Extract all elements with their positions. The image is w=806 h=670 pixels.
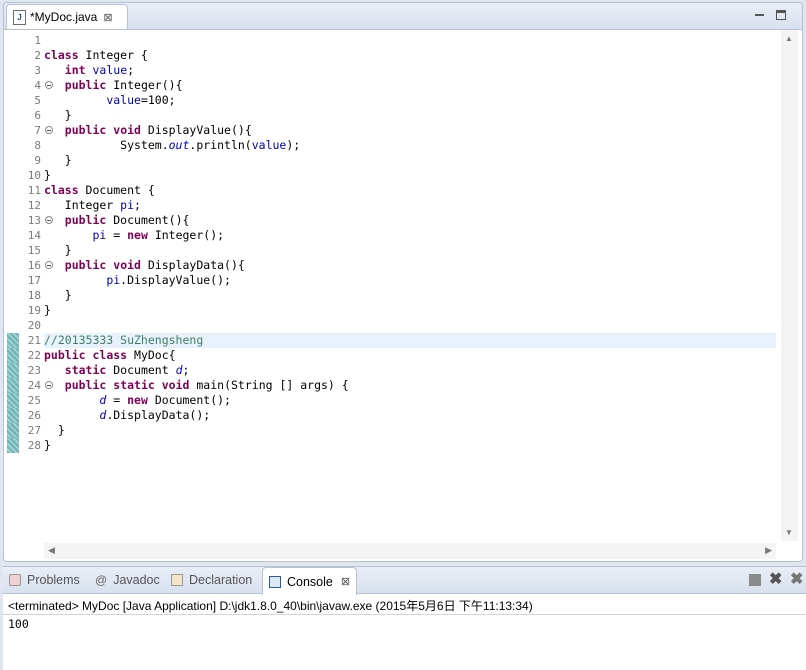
line-number: 9 bbox=[34, 154, 41, 167]
line-number: 11 bbox=[27, 184, 41, 197]
code-line[interactable]: System.out.println(value); bbox=[44, 138, 776, 153]
line-number: 25 bbox=[27, 394, 41, 407]
console-panel: Problems @ Javadoc Declaration Console ⊠… bbox=[3, 566, 806, 670]
code-line[interactable]: Integer pi; bbox=[44, 198, 776, 213]
line-number: 18 bbox=[27, 289, 41, 302]
view-tab-bar: Problems @ Javadoc Declaration Console ⊠… bbox=[3, 567, 806, 595]
line-number: 22 bbox=[27, 349, 41, 362]
horizontal-scrollbar[interactable]: ◀ ▶ bbox=[44, 543, 776, 559]
line-number: 14 bbox=[27, 229, 41, 242]
tab-console-label: Console bbox=[287, 574, 333, 589]
tab-declaration-label: Declaration bbox=[189, 573, 253, 587]
line-number: 5 bbox=[34, 94, 41, 107]
line-number: 2 bbox=[34, 49, 41, 62]
line-number: 12 bbox=[27, 199, 41, 212]
declaration-icon bbox=[171, 574, 183, 586]
code-line[interactable]: } bbox=[44, 423, 776, 438]
scroll-right-icon[interactable]: ▶ bbox=[765, 545, 772, 556]
tab-problems-label: Problems bbox=[27, 573, 80, 587]
maximize-icon[interactable] bbox=[776, 10, 786, 20]
console-output[interactable]: 100 bbox=[8, 617, 29, 631]
code-line[interactable] bbox=[44, 33, 776, 48]
code-line[interactable] bbox=[44, 318, 776, 333]
code-line[interactable]: public Document(){ bbox=[44, 213, 776, 228]
line-number: 4 bbox=[18, 78, 53, 93]
line-number: 3 bbox=[34, 64, 41, 77]
code-area[interactable]: class Integer { int value; public Intege… bbox=[44, 30, 776, 453]
terminate-icon[interactable] bbox=[749, 574, 761, 586]
code-line[interactable]: } bbox=[44, 153, 776, 168]
tab-problems[interactable]: Problems bbox=[9, 567, 80, 593]
line-number-gutter: 1 2 3 4 5 6 7 8 9 10 11 12 13 14 15 16 17 18 19 20 21 22 23 24 2… bbox=[18, 30, 53, 453]
line-number: 26 bbox=[27, 409, 41, 422]
scroll-left-icon[interactable]: ◀ bbox=[48, 545, 55, 556]
code-line[interactable]: d = new Document(); bbox=[44, 393, 776, 408]
editor-tab-label: *MyDoc.java bbox=[30, 10, 98, 24]
line-number: 21 bbox=[27, 334, 41, 347]
line-number: 17 bbox=[27, 274, 41, 287]
line-number: 8 bbox=[34, 139, 41, 152]
code-line[interactable]: value=100; bbox=[44, 93, 776, 108]
code-line[interactable]: //20135333 SuZhengsheng bbox=[44, 333, 776, 348]
line-number: 6 bbox=[34, 109, 41, 122]
java-file-icon: J bbox=[13, 9, 26, 25]
divider bbox=[3, 614, 806, 615]
overview-ruler bbox=[4, 30, 19, 541]
code-line[interactable]: } bbox=[44, 303, 776, 318]
code-line[interactable]: public Integer(){ bbox=[44, 78, 776, 93]
line-number: 15 bbox=[27, 244, 41, 257]
minimize-icon[interactable] bbox=[754, 8, 766, 20]
code-line[interactable]: public static void main(String [] args) … bbox=[44, 378, 776, 393]
tab-javadoc[interactable]: @ Javadoc bbox=[95, 567, 160, 593]
line-number: 16 bbox=[18, 258, 53, 273]
scroll-down-icon[interactable]: ▼ bbox=[785, 528, 793, 537]
code-line[interactable]: public void DisplayData(){ bbox=[44, 258, 776, 273]
code-line[interactable]: } bbox=[44, 288, 776, 303]
line-number: 23 bbox=[27, 364, 41, 377]
problems-icon bbox=[9, 574, 21, 586]
line-number: 1 bbox=[34, 34, 41, 47]
line-number: 7 bbox=[18, 123, 53, 138]
code-line[interactable]: } bbox=[44, 168, 776, 183]
line-number: 20 bbox=[27, 319, 41, 332]
code-line[interactable]: } bbox=[44, 243, 776, 258]
vertical-scrollbar[interactable]: ▲ ▼ bbox=[781, 30, 798, 541]
code-line[interactable]: pi.DisplayValue(); bbox=[44, 273, 776, 288]
code-line[interactable]: class Integer { bbox=[44, 48, 776, 63]
code-line[interactable]: int value; bbox=[44, 63, 776, 78]
code-line[interactable]: class Document { bbox=[44, 183, 776, 198]
editor-tab-bar: J *MyDoc.java ⊠ bbox=[4, 3, 802, 30]
line-number: 24 bbox=[18, 378, 53, 393]
line-number: 28 bbox=[27, 439, 41, 452]
code-line[interactable]: } bbox=[44, 438, 776, 453]
console-status: <terminated> MyDoc [Java Application] D:… bbox=[8, 599, 533, 613]
line-number: 10 bbox=[27, 169, 41, 182]
line-number: 19 bbox=[27, 304, 41, 317]
console-icon bbox=[269, 575, 281, 588]
scroll-up-icon[interactable]: ▲ bbox=[785, 34, 793, 43]
line-number: 13 bbox=[18, 213, 53, 228]
code-line[interactable]: public void DisplayValue(){ bbox=[44, 123, 776, 138]
close-icon[interactable]: ⊠ bbox=[341, 575, 350, 588]
code-line[interactable]: static Document d; bbox=[44, 363, 776, 378]
remove-launch-icon[interactable]: ✖ bbox=[769, 572, 782, 588]
tab-declaration[interactable]: Declaration bbox=[171, 567, 252, 593]
editor-panel: J *MyDoc.java ⊠ 1 2 3 4 5 6 7 8 9 10 11 12 13 14 15 16 1… bbox=[3, 2, 803, 562]
line-number: 27 bbox=[27, 424, 41, 437]
editor-tab-mydoc[interactable]: J *MyDoc.java ⊠ bbox=[6, 4, 128, 29]
close-icon[interactable]: ⊠ bbox=[103, 11, 112, 24]
tab-javadoc-label: Javadoc bbox=[113, 573, 160, 587]
code-line[interactable]: d.DisplayData(); bbox=[44, 408, 776, 423]
code-line[interactable]: pi = new Integer(); bbox=[44, 228, 776, 243]
code-line[interactable]: public class MyDoc{ bbox=[44, 348, 776, 363]
tab-console[interactable]: Console ⊠ bbox=[262, 567, 358, 595]
code-line[interactable]: } bbox=[44, 108, 776, 123]
javadoc-icon: @ bbox=[95, 573, 108, 587]
remove-all-terminated-icon[interactable]: ✖ bbox=[790, 572, 803, 588]
